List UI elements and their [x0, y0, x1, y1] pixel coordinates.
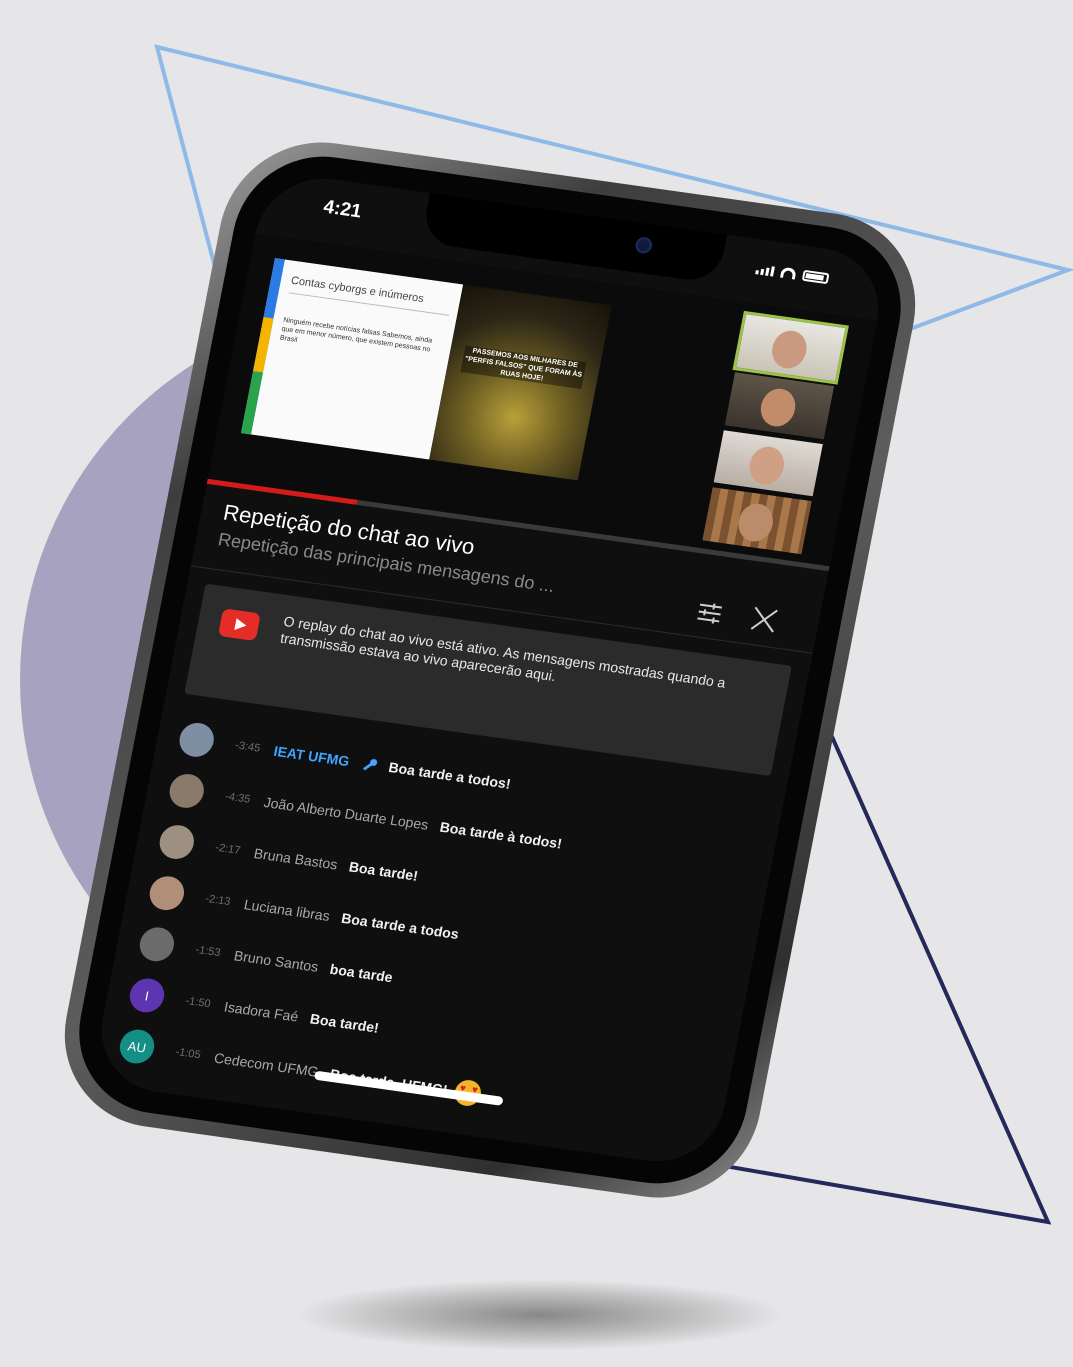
close-icon[interactable] — [748, 604, 781, 635]
message-text: Boa tarde à todos! — [438, 818, 564, 852]
message-timestamp: -2:17 — [214, 841, 242, 857]
participant-camera — [702, 487, 812, 555]
message-timestamp: -1:53 — [194, 943, 222, 960]
message-author[interactable]: IEAT UFMG — [272, 743, 350, 769]
wrench-icon — [363, 758, 378, 771]
chat-messages: -3:45 IEAT UFMG Boa tarde a todos! -4:35 Joã… — [115, 712, 765, 1151]
avatar[interactable] — [166, 771, 207, 811]
presentation-slide: Contas cyborgs e inúmeros Ninguém recebe… — [241, 258, 464, 460]
filter-icon[interactable] — [694, 598, 725, 627]
crowd-photo: PASSEMOS AOS MILHARES DE "PERFIS FALSOS"… — [429, 284, 612, 481]
phone-shadow — [300, 1280, 780, 1350]
participant-camera — [732, 310, 849, 385]
youtube-logo-icon — [217, 608, 261, 642]
avatar[interactable]: AU — [116, 1027, 158, 1066]
participant-camera — [713, 429, 823, 497]
message-timestamp: -1:50 — [184, 994, 212, 1011]
participant-face — [768, 328, 810, 371]
slide-title: Contas cyborgs e inúmeros — [288, 274, 453, 316]
message-timestamp: -3:45 — [234, 739, 262, 755]
message-text: Boa tarde! — [347, 858, 420, 884]
phone-screen: 4:21 Contas cyborgs e inúmeros Ninguém r… — [90, 170, 890, 1170]
message-author[interactable]: Bruno Santos — [233, 947, 320, 975]
participant-face — [735, 501, 777, 544]
phone-mockup: 4:21 Contas cyborgs e inúmeros Ninguém r… — [47, 129, 933, 1211]
message-author[interactable]: Luciana libras — [243, 896, 332, 924]
message-text: Boa tarde! — [308, 1010, 381, 1036]
message-timestamp: -1:05 — [174, 1046, 202, 1062]
participant-cameras — [702, 310, 849, 555]
avatar[interactable] — [176, 720, 217, 759]
battery-icon — [801, 269, 830, 285]
camera-icon — [634, 236, 654, 255]
avatar[interactable]: I — [126, 976, 168, 1015]
wifi-icon — [779, 266, 797, 280]
message-author[interactable]: Bruna Bastos — [253, 845, 339, 872]
message-text: boa tarde — [328, 960, 395, 986]
avatar[interactable] — [156, 823, 197, 862]
crowd-caption: PASSEMOS AOS MILHARES DE "PERFIS FALSOS"… — [460, 345, 587, 389]
phone-frame: 4:21 Contas cyborgs e inúmeros Ninguém r… — [47, 129, 933, 1211]
slide-text: Ninguém recebe notícias falsas Sabemos, … — [279, 316, 433, 354]
participant-camera — [724, 371, 835, 439]
status-icons — [755, 263, 830, 285]
message-timestamp: -2:13 — [204, 892, 232, 909]
avatar[interactable] — [136, 925, 177, 964]
participant-face — [757, 386, 799, 429]
message-timestamp: -4:35 — [224, 790, 252, 806]
avatar[interactable] — [146, 874, 187, 913]
message-author[interactable]: Cedecom UFMG — [213, 1050, 320, 1080]
message-text: Boa tarde a todos — [340, 909, 461, 943]
signal-icon — [755, 264, 775, 277]
participant-face — [746, 443, 788, 487]
status-time: 4:21 — [321, 196, 364, 223]
message-author[interactable]: Isadora Faé — [223, 998, 300, 1024]
message-author[interactable]: João Alberto Duarte Lopes — [263, 794, 430, 833]
phone-bezel: 4:21 Contas cyborgs e inúmeros Ninguém r… — [64, 145, 916, 1195]
message-text: Boa tarde a todos! — [387, 758, 513, 792]
